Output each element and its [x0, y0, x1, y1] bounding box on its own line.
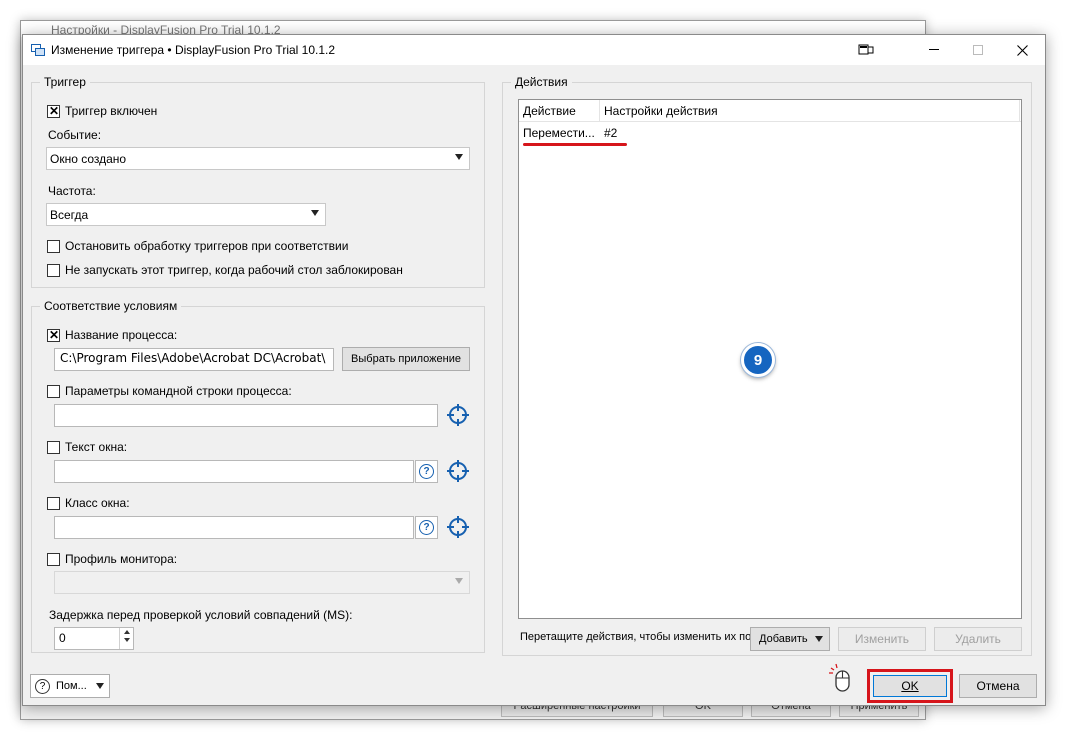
delay-label: Задержка перед проверкой условий совпаде…: [49, 608, 353, 622]
event-dropdown[interactable]: Окно создано: [46, 147, 470, 170]
ok-button-label: OK: [901, 679, 919, 693]
event-label: Событие:: [48, 128, 102, 142]
help-icon: ?: [35, 678, 50, 694]
displayfusion-app-icon: [31, 44, 45, 56]
frequency-dropdown-value: Всегда: [50, 207, 89, 222]
chevron-down-icon: [123, 638, 130, 642]
monitor-profile-checkbox[interactable]: [47, 553, 60, 566]
conditions-group-label: Соответствие условиям: [40, 299, 182, 313]
window-text-input[interactable]: [54, 460, 414, 483]
monitor-profile-dropdown: [54, 571, 470, 594]
trigger-enabled-label: Триггер включен: [65, 104, 158, 118]
column-header-settings[interactable]: Настройки действия: [604, 104, 718, 118]
delete-action-button: Удалить: [934, 627, 1022, 651]
delay-value: 0: [59, 631, 66, 645]
step-badge: 9: [741, 343, 775, 377]
cmdline-checkbox[interactable]: [47, 385, 60, 398]
chevron-down-icon: [455, 578, 463, 584]
cancel-button[interactable]: Отмена: [959, 674, 1037, 698]
crosshair-target-icon[interactable]: [446, 403, 470, 427]
row-settings-cell: #2: [604, 126, 618, 140]
actions-drag-hint: Перетащите действия, чтобы изменить их п…: [520, 631, 761, 643]
chevron-down-icon: [455, 154, 463, 160]
maximize-button: [955, 35, 1001, 65]
delay-stepper-buttons[interactable]: [119, 628, 133, 649]
dialog-titlebar: Изменение триггера • DisplayFusion Pro T…: [23, 35, 1045, 65]
frequency-dropdown[interactable]: Всегда: [46, 203, 326, 226]
ok-button[interactable]: OK: [873, 675, 947, 697]
red-underline-annotation: [523, 143, 627, 146]
select-application-button[interactable]: Выбрать приложение: [342, 347, 470, 371]
add-action-label: Добавить: [759, 633, 808, 645]
help-dropdown[interactable]: ? Пом...: [30, 674, 110, 698]
chevron-down-icon: [311, 210, 319, 216]
mouse-click-icon: [829, 663, 850, 692]
crosshair-target-icon[interactable]: [446, 515, 470, 539]
question-icon: ?: [419, 520, 434, 535]
window-class-checkbox[interactable]: [47, 497, 60, 510]
stop-processing-label: Остановить обработку триггеров при соотв…: [65, 239, 349, 253]
chevron-down-icon: [815, 636, 823, 642]
chevron-down-icon: [96, 683, 104, 689]
dialog-title: Изменение триггера • DisplayFusion Pro T…: [51, 43, 336, 57]
minimize-button[interactable]: [911, 35, 957, 65]
chevron-up-icon: [123, 630, 130, 634]
locked-desktop-checkbox[interactable]: [47, 264, 60, 277]
process-name-label: Название процесса:: [65, 328, 178, 342]
process-name-checkbox[interactable]: [47, 328, 60, 343]
locked-desktop-label: Не запускать этот триггер, когда рабочий…: [65, 263, 403, 277]
monitor-profile-label: Профиль монитора:: [65, 552, 178, 566]
window-class-help-button[interactable]: ?: [415, 516, 438, 539]
stop-processing-checkbox[interactable]: [47, 240, 60, 253]
row-action-cell: Перемести...: [523, 126, 595, 140]
column-header-action[interactable]: Действие: [523, 104, 576, 118]
actions-group-label: Действия: [511, 75, 572, 89]
actions-list-header: Действие Настройки действия: [519, 100, 1021, 122]
cmdline-label: Параметры командной строки процесса:: [65, 384, 292, 398]
event-dropdown-value: Окно создано: [50, 151, 127, 166]
cmdline-input[interactable]: [54, 404, 438, 427]
close-icon: [1016, 44, 1028, 56]
question-icon: ?: [419, 464, 434, 479]
window-text-help-button[interactable]: ?: [415, 460, 438, 483]
close-button[interactable]: [999, 35, 1045, 65]
edit-action-button: Изменить: [838, 627, 926, 651]
trigger-group-label: Триггер: [40, 75, 90, 89]
crosshair-target-icon[interactable]: [446, 459, 470, 483]
help-label: Пом...: [56, 680, 87, 692]
window-class-label: Класс окна:: [65, 496, 130, 510]
add-action-dropdown[interactable]: Добавить: [750, 627, 830, 651]
edit-trigger-dialog: Изменение триггера • DisplayFusion Pro T…: [22, 34, 1046, 706]
window-snap-icon[interactable]: [843, 35, 889, 65]
process-name-input[interactable]: C:\Program Files\Adobe\Acrobat DC\Acroba…: [54, 348, 334, 371]
trigger-enabled-checkbox[interactable]: [47, 104, 60, 119]
window-text-label: Текст окна:: [65, 440, 128, 454]
actions-list[interactable]: Действие Настройки действия Перемести...…: [518, 99, 1022, 619]
window-class-input[interactable]: [54, 516, 414, 539]
table-row[interactable]: Перемести... #2: [519, 123, 1021, 143]
frequency-label: Частота:: [48, 184, 96, 198]
step-badge-number: 9: [753, 351, 763, 369]
delay-stepper[interactable]: 0: [54, 627, 134, 650]
window-text-checkbox[interactable]: [47, 441, 60, 454]
